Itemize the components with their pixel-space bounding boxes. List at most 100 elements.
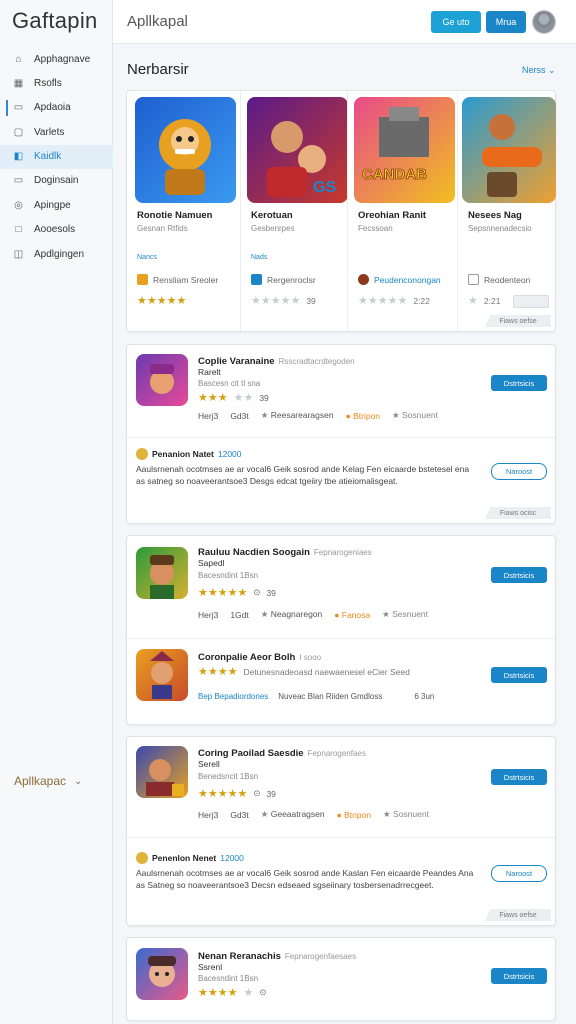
featured-item[interactable]: Ronotie Namuen Gesnan Rtfids Nancs Rensl… <box>127 91 240 331</box>
featured-thumbnail[interactable]: GS <box>247 97 348 203</box>
book-icon: ◧ <box>13 151 24 163</box>
review-title: Penenlon Nenet 12000 <box>136 852 476 864</box>
app-name: Coplie Varanaine Rsscradtacrdtegoden <box>198 356 355 367</box>
home-icon: ⌂ <box>15 53 22 65</box>
install-button[interactable]: Dstrtsicis <box>491 968 547 984</box>
app-rating: ★★★★ Detunesnadeoasd naewaenesel eCier Se… <box>198 665 410 678</box>
featured-sub: Gesnan Rtfids <box>137 224 188 233</box>
rating-count: 2:21 <box>483 295 501 306</box>
category-icon <box>251 274 262 285</box>
link-secondary[interactable]: Nuveac Blan Riiden Gmdloss <box>278 692 382 701</box>
avatar[interactable] <box>532 10 556 34</box>
app-meta: Herj3 Gd3t ★ Geeaatragsen ● Btripon ★ Sosnue… <box>198 809 429 820</box>
sidebar-item-4[interactable]: ◧ Kaidlk <box>0 144 113 169</box>
rating-count: 39 <box>259 392 269 403</box>
sidebar-footer-label: Apllkapac <box>14 774 67 788</box>
sidebar-footer-dropdown[interactable]: Apllkapac ⌄ <box>14 774 82 788</box>
featured-meta: Peudenconongan <box>358 274 441 285</box>
app-thumbnail[interactable] <box>136 649 188 701</box>
game-art-image <box>150 651 174 699</box>
featured-rating: ★ 2:21 <box>468 294 500 307</box>
featured-get-button[interactable] <box>513 295 549 308</box>
app-row[interactable]: Rauluu Nacdien Soogain Fepnarogeniaes Sap… <box>127 536 555 638</box>
header-button-primary[interactable]: Ge uto <box>431 11 481 33</box>
sidebar-item-label: Aooesols <box>34 224 76 236</box>
featured-sub: Fecssoan <box>358 224 393 233</box>
section-link[interactable]: Nerss ⌄ <box>522 65 556 76</box>
install-button[interactable]: Dstrtsicis <box>491 375 547 391</box>
app-thumbnail[interactable] <box>136 354 188 406</box>
sidebar-item-5[interactable]: ▭ Doginsain <box>0 169 113 193</box>
app-group-card: Coplie Varanaine Rsscradtacrdtegoden Rare… <box>126 344 556 524</box>
section-title: Nerbarsir <box>127 61 189 78</box>
app-row[interactable]: Nenan Reranachis Fepnarogenfaesaes Ssrenl… <box>127 938 555 1020</box>
review-block: Penanion Natet 12000 Aaulsrnenah ocotmses… <box>136 448 476 487</box>
sidebar-item-3[interactable]: ▢ Varlets <box>0 120 113 144</box>
square-icon: □ <box>15 224 22 236</box>
read-more-button[interactable]: Naroost <box>491 463 547 480</box>
app-name: Rauluu Nacdien Soogain Fepnarogeniaes <box>198 547 372 558</box>
sidebar-item-6[interactable]: ◎ Apingpe <box>0 193 113 217</box>
game-art-image <box>150 555 174 599</box>
app-row[interactable]: Coronpalie Aeor Bolh I sooo ★★★★ Detunesna… <box>127 638 555 724</box>
featured-name: Oreohian Ranit <box>358 210 427 221</box>
featured-item[interactable]: CANDAB Oreohian Ranit Fecssoan Peudencon… <box>347 91 457 331</box>
install-button[interactable]: Dstrtsicis <box>491 769 547 785</box>
featured-thumbnail[interactable]: CANDAB <box>354 97 455 203</box>
info-icon: ⊙ <box>253 788 261 798</box>
app-size: Bascesn cit tl sna <box>198 379 261 388</box>
app-size: Bacesndint 1Bsn <box>198 974 259 983</box>
app-rating: ★★★★★ ⊙ 39 <box>198 586 276 599</box>
group-pagination[interactable]: Fiaws ocisc <box>485 507 551 519</box>
sidebar-item-7[interactable]: □ Aooesols <box>0 218 113 242</box>
folder-icon: ▭ <box>13 175 24 187</box>
featured-thumbnail[interactable] <box>462 97 556 203</box>
featured-rating: ★★★★★ 39 <box>251 294 316 307</box>
read-more-button[interactable]: Naroost <box>491 865 547 882</box>
featured-item[interactable]: GS Kerotuan Gesbenrpes Nads Rergenroclsr… <box>240 91 348 331</box>
sidebar-item-0[interactable]: ⌂ Apphagnave <box>0 47 113 71</box>
rating-stars: ★★★★ <box>198 987 238 999</box>
reviewer-avatar-icon <box>136 448 148 460</box>
featured-meta: Reodenteon <box>468 274 530 285</box>
featured-sub: Gesbenrpes <box>251 224 295 233</box>
app-meta: Herj3 1Gdt ★ Neagnaregon ● Fanosa ★ Sesnuent <box>198 609 429 620</box>
install-button[interactable]: Dstrtsicis <box>491 667 547 683</box>
app-group-card: Nenan Reranachis Fepnarogenfaesaes Ssrenl… <box>126 937 556 1021</box>
app-subtitle: Serell <box>198 759 220 769</box>
app-thumbnail[interactable] <box>136 746 188 798</box>
featured-rating: ★★★★★ 2:22 <box>358 294 430 307</box>
featured-item[interactable]: Nesees Nag Sepsnnenadecsio Reodenteon ★ 2… <box>457 91 556 331</box>
app-row[interactable]: Coplie Varanaine Rsscradtacrdtegoden Rare… <box>127 345 555 437</box>
rating-stars: ★★★★★ <box>198 788 248 800</box>
group-pagination[interactable]: Fiaws oefse <box>485 909 551 921</box>
sidebar-item-8[interactable]: ◫ Apdlgingen <box>0 242 113 266</box>
review-text: Aaulsrnenah ocotmses ae ar vocal6 Geik s… <box>136 464 470 486</box>
featured-thumbnail[interactable] <box>135 97 236 203</box>
sidebar-item-1[interactable]: ▦ Rsofls <box>0 71 113 95</box>
app-size: Bacesndint 1Bsn <box>198 571 259 580</box>
sidebar-item-label: Apdaoia <box>34 102 71 114</box>
rating-stars: ★★★★★ <box>358 295 408 307</box>
chevron-down-icon: ⌄ <box>74 775 83 787</box>
sidebar-item-label: Doginsain <box>34 175 79 187</box>
featured-card: Ronotie Namuen Gesnan Rtfids Nancs Rensl… <box>126 90 556 332</box>
grid-icon: ▦ <box>13 77 24 89</box>
install-button[interactable]: Dstrtsicis <box>491 567 547 583</box>
sidebar-item-2[interactable]: ▭ Apdaoia <box>0 96 113 120</box>
header-button-secondary[interactable]: Mrua <box>486 11 526 33</box>
category-icon <box>358 274 369 285</box>
app-rating: ★★★★ ★ ⊙ <box>198 986 266 999</box>
app-row[interactable]: Coring Paoilad Saesdie Fepnarogenfaes Ser… <box>127 737 555 837</box>
rating-stars: ★★★ <box>198 392 228 404</box>
featured-pagination[interactable]: Fiaws oefse <box>485 315 551 327</box>
link-primary[interactable]: Bep Bepadiordones <box>198 692 268 701</box>
game-art-image <box>159 119 211 195</box>
game-art-image <box>150 364 174 394</box>
brand-logo[interactable]: Gaftapin <box>12 8 98 34</box>
featured-rating: ★★★★★ <box>137 294 186 307</box>
rating-stars: ★★★★★ <box>251 295 301 307</box>
app-thumbnail[interactable] <box>136 547 188 599</box>
app-name: Coring Paoilad Saesdie Fepnarogenfaes <box>198 748 366 759</box>
app-thumbnail[interactable] <box>136 948 188 1000</box>
